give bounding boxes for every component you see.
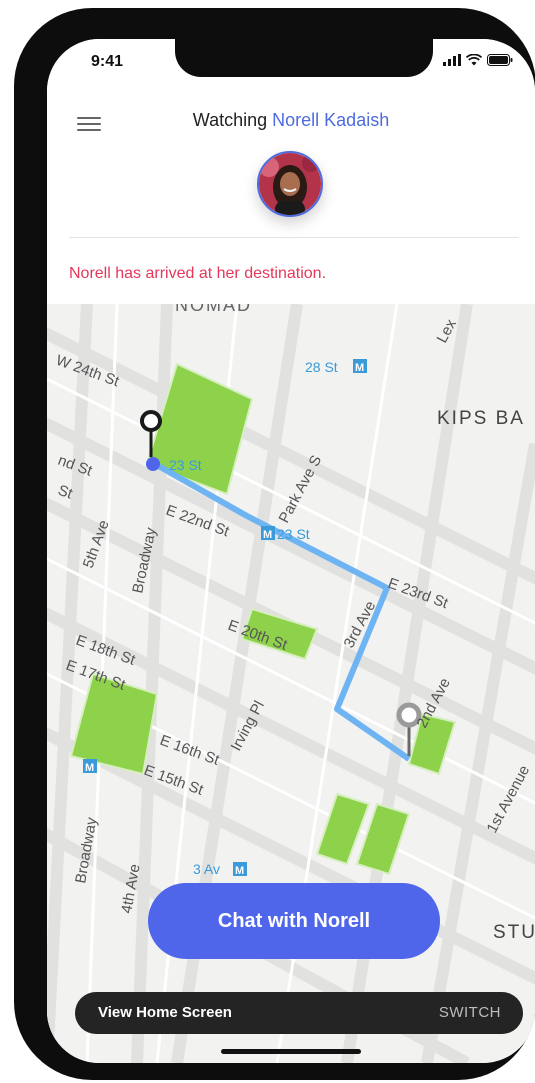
svg-text:23 St: 23 St [169,457,202,473]
svg-text:3 Av: 3 Av [193,861,220,877]
wifi-icon [466,54,482,66]
watching-prefix: Watching [192,110,268,130]
app-screen: 9:41 Watching Norell Kadaish Norell has … [47,39,535,1063]
svg-text:KIPS BA: KIPS BA [437,408,525,429]
home-indicator[interactable] [221,1049,361,1054]
svg-text:STU: STU [493,922,535,943]
svg-text:M: M [85,762,94,774]
svg-text:M: M [263,529,272,541]
arrival-message: Norell has arrived at her destination. [69,265,327,282]
chat-button[interactable]: Chat with Norell [148,883,440,959]
svg-text:28 St: 28 St [305,359,338,375]
switch-button[interactable]: SWITCH [439,1004,501,1021]
watched-person-name: Norell Kadaish [272,110,390,130]
svg-text:NOMAD: NOMAD [175,304,252,315]
status-time: 9:41 [91,53,124,70]
phone-frame: 9:41 Watching Norell Kadaish Norell has … [14,8,535,1080]
svg-text:M: M [235,865,244,877]
svg-text:M: M [355,362,364,374]
watch-header: 9:41 Watching Norell Kadaish Norell has … [47,39,535,304]
status-icons [443,54,513,66]
avatar[interactable] [257,151,323,217]
view-home-label: View Home Screen [98,1004,232,1021]
device-notch [175,39,433,77]
header-divider [69,237,519,238]
battery-icon [487,54,513,66]
view-home-bar[interactable]: View Home Screen SWITCH [75,992,523,1034]
watching-title: Watching Norell Kadaish [47,110,535,131]
svg-text:23 St: 23 St [277,526,310,542]
signal-icon [443,54,461,66]
